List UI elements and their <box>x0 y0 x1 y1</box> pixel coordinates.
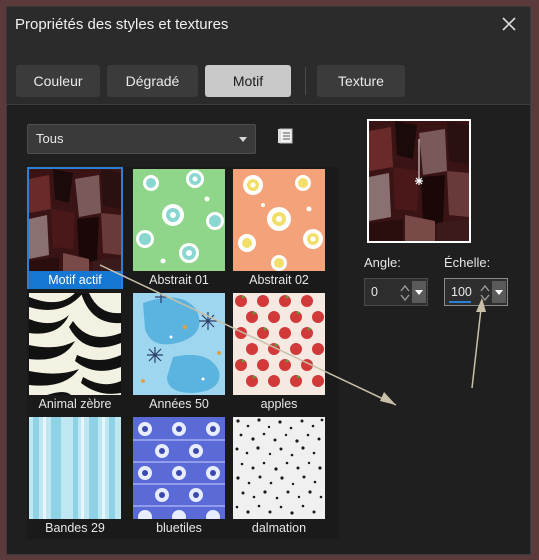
window-title: Propriétés des styles et textures <box>15 16 229 33</box>
pattern-thumb-annees-50 <box>133 293 225 395</box>
angle-value: 0 <box>371 285 378 299</box>
close-icon <box>502 17 516 31</box>
angle-label: Angle: <box>364 255 401 270</box>
angle-dropdown-button[interactable] <box>412 281 426 303</box>
pattern-tile-bluetiles[interactable]: bluetiles <box>131 415 227 537</box>
tab-degrade[interactable]: Dégradé <box>107 65 198 97</box>
list-view-icon <box>278 128 293 144</box>
pattern-tile-bandes-29[interactable]: Bandes 29 <box>27 415 123 537</box>
tab-separator <box>305 67 306 95</box>
tab-bar: Couleur Dégradé Motif Texture <box>7 43 530 105</box>
close-button[interactable] <box>496 11 522 37</box>
scale-dropdown-button[interactable] <box>492 281 506 303</box>
pattern-label: Animal zèbre <box>38 397 112 411</box>
pattern-tile-abstrait-01[interactable]: Abstrait 01 <box>131 167 227 289</box>
category-dropdown[interactable]: Tous <box>27 124 256 154</box>
chevron-down-icon <box>239 137 247 142</box>
pattern-thumb-bluetiles <box>133 417 225 519</box>
pattern-label: bluetiles <box>156 521 202 535</box>
spin-arrows-icon[interactable] <box>479 282 491 304</box>
pattern-label: Motif actif <box>29 271 121 289</box>
scale-value: 100 <box>451 285 472 299</box>
angle-spinbox[interactable]: 0 <box>364 278 428 306</box>
pattern-list-button[interactable] <box>277 127 295 145</box>
pattern-thumb-apples <box>233 293 325 395</box>
pattern-label: dalmation <box>251 521 307 535</box>
pattern-label: Abstrait 01 <box>149 273 209 287</box>
tab-couleur[interactable]: Couleur <box>16 65 100 97</box>
tab-motif[interactable]: Motif <box>205 65 291 97</box>
pattern-tile-annees-50[interactable]: Années 50 <box>131 291 227 413</box>
title-bar: Propriétés des styles et textures <box>7 7 530 43</box>
pattern-thumb-animal-zebre <box>29 293 121 395</box>
pattern-grid: Motif actif Abstrait 01 Abstrait 02 Anim… <box>27 167 339 539</box>
center-crosshair-icon <box>415 177 423 185</box>
pattern-thumb-dalmation <box>233 417 325 519</box>
pattern-label: Bandes 29 <box>45 521 105 535</box>
dialog-window: Propriétés des styles et textures Couleu… <box>6 6 531 555</box>
spin-arrows-icon[interactable] <box>399 282 411 304</box>
pattern-thumb-abstrait-01 <box>133 169 225 271</box>
focus-underline <box>449 301 471 303</box>
pattern-thumb-abstrait-02 <box>233 169 325 271</box>
pattern-tile-abstrait-02[interactable]: Abstrait 02 <box>231 167 327 289</box>
pattern-preview <box>367 119 471 243</box>
scale-label: Échelle: <box>444 255 491 270</box>
pattern-label: Abstrait 02 <box>249 273 309 287</box>
pattern-tile-motif-actif[interactable]: Motif actif <box>27 167 123 289</box>
pattern-label: apples <box>260 397 298 411</box>
pattern-tile-dalmation[interactable]: dalmation <box>231 415 327 537</box>
scale-spinbox[interactable]: 100 <box>444 278 508 306</box>
category-dropdown-value: Tous <box>36 131 64 146</box>
pattern-thumb-motif-actif <box>29 169 121 271</box>
pattern-label: Années 50 <box>149 397 209 411</box>
pattern-tile-apples[interactable]: apples <box>231 291 327 413</box>
pattern-thumb-bandes-29 <box>29 417 121 519</box>
tab-texture[interactable]: Texture <box>317 65 405 97</box>
pattern-tile-animal-zebre[interactable]: Animal zèbre <box>27 291 123 413</box>
